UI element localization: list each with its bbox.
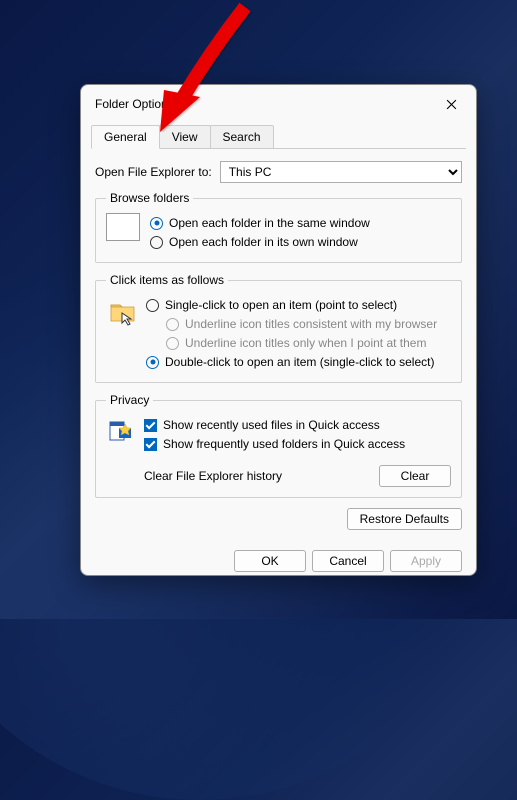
folder-options-dialog: Folder Options General View Search Open … [80,84,477,576]
browse-folders-icon [106,213,140,241]
radio-icon [146,356,159,369]
open-explorer-label: Open File Explorer to: [95,165,212,179]
close-button[interactable] [436,91,466,117]
browse-folders-group: Browse folders Open each folder in the s… [95,191,462,263]
tab-view[interactable]: View [159,125,211,148]
window-title: Folder Options [95,97,174,111]
restore-defaults-button[interactable]: Restore Defaults [347,508,462,530]
titlebar: Folder Options [81,85,476,121]
close-icon [446,99,457,110]
radio-icon [166,337,179,350]
privacy-legend: Privacy [106,393,153,407]
apply-button[interactable]: Apply [390,550,462,572]
radio-icon [166,318,179,331]
radio-underline-browser: Underline icon titles consistent with my… [166,315,451,333]
privacy-icon [106,415,136,445]
radio-own-window[interactable]: Open each folder in its own window [150,233,451,251]
tab-search[interactable]: Search [210,125,274,148]
clear-button[interactable]: Clear [379,465,451,487]
radio-icon [150,217,163,230]
checkbox-icon [144,438,157,451]
dialog-footer: OK Cancel Apply [81,540,476,586]
radio-icon [150,236,163,249]
check-recent-folders[interactable]: Show frequently used folders in Quick ac… [144,435,451,453]
tab-strip: General View Search [91,125,466,149]
radio-single-click[interactable]: Single-click to open an item (point to s… [146,296,451,314]
privacy-group: Privacy Show recently used files in Quic… [95,393,462,498]
browse-folders-legend: Browse folders [106,191,193,205]
click-items-legend: Click items as follows [106,273,228,287]
open-explorer-select[interactable]: This PC [220,161,462,183]
open-explorer-row: Open File Explorer to: This PC [95,161,462,183]
check-recent-files[interactable]: Show recently used files in Quick access [144,416,451,434]
radio-icon [146,299,159,312]
cancel-button[interactable]: Cancel [312,550,384,572]
click-items-group: Click items as follows Single-click to o… [95,273,462,383]
checkbox-icon [144,419,157,432]
radio-underline-point: Underline icon titles only when I point … [166,334,451,352]
radio-double-click[interactable]: Double-click to open an item (single-cli… [146,353,451,371]
tab-content: Open File Explorer to: This PC Browse fo… [81,149,476,540]
tab-general[interactable]: General [91,125,160,149]
click-items-icon [106,295,140,329]
ok-button[interactable]: OK [234,550,306,572]
radio-same-window[interactable]: Open each folder in the same window [150,214,451,232]
clear-history-label: Clear File Explorer history [144,469,282,483]
